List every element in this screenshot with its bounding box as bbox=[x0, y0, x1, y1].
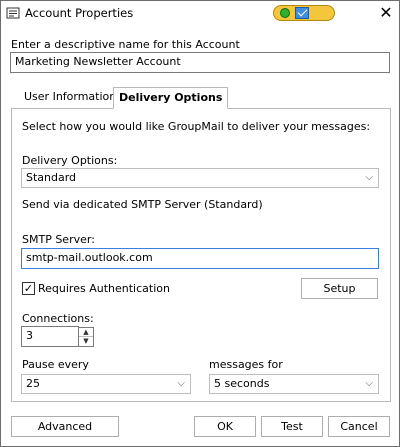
requires-authentication-label: Requires Authentication bbox=[38, 282, 170, 295]
test-button[interactable]: Test bbox=[261, 416, 323, 437]
tab-user-information-label: User Information bbox=[24, 90, 117, 103]
tab-user-information[interactable]: User Information bbox=[19, 87, 121, 109]
window-title: Account Properties bbox=[25, 6, 134, 20]
close-button[interactable]: ✕ bbox=[377, 4, 395, 22]
test-button-label: Test bbox=[281, 420, 303, 433]
spin-up-icon[interactable]: ▲ bbox=[79, 328, 93, 337]
ok-button-label: OK bbox=[217, 420, 233, 433]
account-name-label: Enter a descriptive name for this Accoun… bbox=[11, 38, 240, 51]
connections-stepper[interactable]: ▲ ▼ bbox=[78, 327, 94, 347]
setup-button-label: Setup bbox=[323, 282, 356, 295]
check-icon: ✓ bbox=[23, 282, 34, 295]
pause-every-value: 25 bbox=[26, 377, 40, 390]
advanced-button-label: Advanced bbox=[37, 420, 93, 433]
chevron-down-icon: ⌵ bbox=[365, 378, 373, 389]
ok-button[interactable]: OK bbox=[194, 416, 256, 437]
advanced-button[interactable]: Advanced bbox=[11, 416, 119, 437]
cancel-button-label: Cancel bbox=[340, 420, 378, 433]
cancel-button[interactable]: Cancel bbox=[328, 416, 390, 437]
status-indicator[interactable] bbox=[273, 5, 335, 21]
smtp-server-label: SMTP Server: bbox=[22, 233, 95, 246]
tab-delivery-options-label: Delivery Options bbox=[119, 91, 223, 104]
connections-label: Connections: bbox=[22, 312, 94, 325]
close-icon: ✕ bbox=[379, 3, 393, 22]
smtp-server-input[interactable]: smtp-mail.outlook.com bbox=[21, 248, 379, 269]
delivery-options-value: Standard bbox=[26, 171, 77, 184]
messages-for-value: 5 seconds bbox=[214, 377, 270, 390]
account-icon bbox=[6, 7, 20, 19]
delivery-intro-text: Select how you would like GroupMail to d… bbox=[22, 120, 371, 133]
setup-button[interactable]: Setup bbox=[301, 278, 378, 299]
requires-authentication-checkbox[interactable]: ✓ bbox=[22, 282, 35, 295]
account-name-input[interactable]: Marketing Newsletter Account bbox=[10, 52, 390, 73]
online-status-icon bbox=[280, 8, 290, 18]
spin-down-icon[interactable]: ▼ bbox=[79, 337, 93, 346]
delivery-options-select[interactable]: Standard ⌵ bbox=[21, 168, 379, 188]
delivery-options-label: Delivery Options: bbox=[22, 154, 118, 167]
title-bar: Account Properties ✕ bbox=[1, 1, 399, 26]
pause-every-label: Pause every bbox=[22, 358, 89, 371]
chevron-down-icon: ⌵ bbox=[365, 172, 373, 183]
tab-delivery-options[interactable]: Delivery Options bbox=[113, 87, 229, 109]
chevron-down-icon: ⌵ bbox=[177, 378, 185, 389]
delivery-description: Send via dedicated SMTP Server (Standard… bbox=[22, 198, 263, 211]
pause-every-select[interactable]: 25 ⌵ bbox=[21, 374, 191, 394]
mail-status-icon bbox=[295, 7, 309, 19]
connections-input[interactable]: 3 bbox=[21, 326, 79, 347]
messages-for-label: messages for bbox=[209, 358, 283, 371]
account-properties-window: Account Properties ✕ Enter a descriptive… bbox=[0, 0, 400, 447]
messages-for-select[interactable]: 5 seconds ⌵ bbox=[209, 374, 379, 394]
